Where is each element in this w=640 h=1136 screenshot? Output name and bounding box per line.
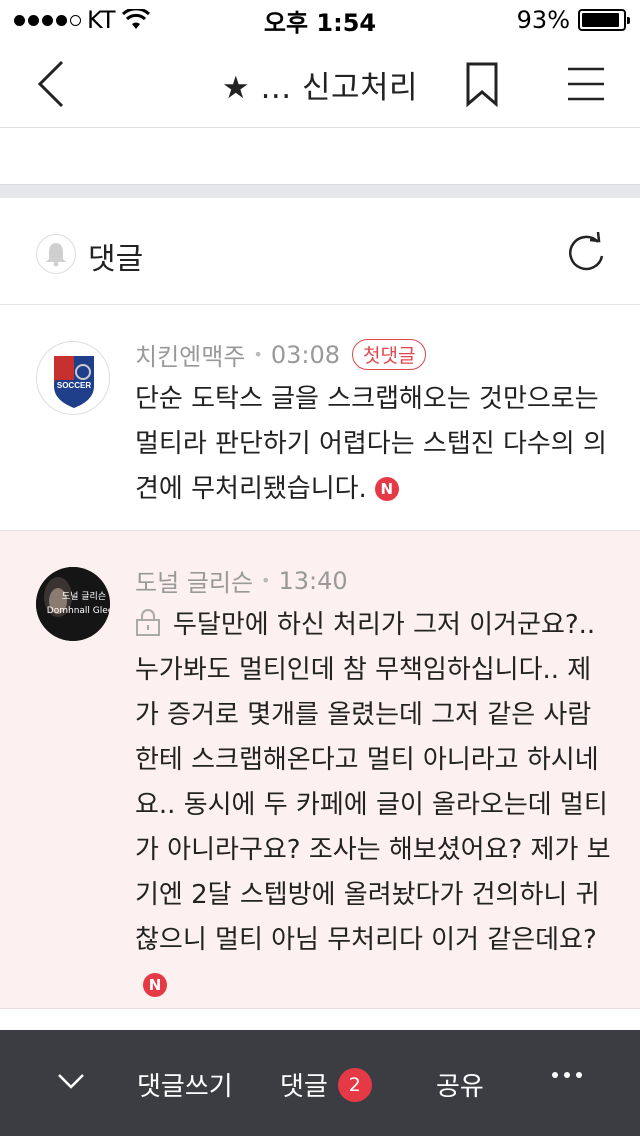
comment-body: 두달만에 하신 처리가 그저 이거군요?.. 누가봐도 멀티인데 참 무책임하십…	[135, 603, 615, 1008]
first-comment-badge: 첫댓글	[352, 339, 427, 370]
comment-author[interactable]: 치킨엔맥주	[135, 337, 245, 372]
new-badge: N	[143, 973, 167, 997]
menu-icon[interactable]	[566, 64, 606, 104]
chevron-down-icon[interactable]	[56, 1066, 86, 1096]
comments-header: 댓글	[0, 198, 640, 305]
bell-icon[interactable]	[36, 234, 76, 274]
avatar[interactable]: 도널 글리슨 Domhnall Gleeson	[36, 567, 110, 641]
comment-author[interactable]: 도널 글리슨	[135, 563, 253, 598]
comment-item: SOCCER 치킨엔맥주 • 03:08 첫댓글 단순 도탁스 글을 스크랩해오…	[0, 305, 640, 531]
comments-button-label: 댓글	[280, 1072, 328, 1102]
comment-count-badge: 2	[337, 1067, 372, 1102]
more-icon[interactable]	[552, 1072, 582, 1078]
refresh-icon[interactable]	[564, 232, 608, 276]
comment-meta: 치킨엔맥주 • 03:08 첫댓글	[135, 337, 427, 372]
section-divider	[0, 184, 640, 198]
share-button[interactable]: 공유	[436, 1066, 484, 1103]
comment-meta: 도널 글리슨 • 13:40	[135, 563, 348, 598]
comment-text: 단순 도탁스 글을 스크랩해오는 것만으로는 멀티라 판단하기 어렵다는 스탭진…	[135, 384, 607, 504]
lock-icon	[136, 609, 160, 636]
svg-text:Domhnall Gleeson: Domhnall Gleeson	[47, 606, 110, 616]
comment-body: 단순 도탁스 글을 스크랩해오는 것만으로는 멀티라 판단하기 어렵다는 스탭진…	[135, 377, 615, 512]
comment-item: 도널 글리슨 Domhnall Gleeson 도널 글리슨 • 13:40 두…	[0, 531, 640, 1009]
bookmark-icon[interactable]	[462, 60, 502, 108]
battery-percent: 93%	[516, 6, 570, 34]
comments-button[interactable]: 댓글 2	[280, 1066, 372, 1103]
avatar[interactable]: SOCCER	[36, 341, 110, 415]
nav-bar: ★ ... 신고처리	[0, 40, 640, 128]
content-gap	[0, 128, 640, 184]
page-title: ★ ... 신고처리	[221, 70, 419, 106]
status-time: 오후 1:54	[263, 8, 377, 37]
svg-text:SOCCER: SOCCER	[57, 381, 91, 390]
bottom-toolbar: 댓글쓰기 댓글 2 공유	[0, 1030, 640, 1136]
svg-text:도널 글리슨: 도널 글리슨	[62, 591, 106, 602]
carrier-label: KT	[87, 6, 116, 34]
wifi-icon	[121, 9, 150, 29]
comment-time: 03:08	[270, 340, 341, 369]
new-badge: N	[374, 477, 399, 501]
battery-icon	[578, 9, 630, 31]
write-comment-button[interactable]: 댓글쓰기	[137, 1066, 233, 1103]
status-bar: KT 오후 1:54 93%	[0, 0, 640, 40]
comments-title: 댓글	[88, 242, 144, 277]
signal-icon	[14, 14, 81, 26]
comment-text: 두달만에 하신 처리가 그저 이거군요?.. 누가봐도 멀티인데 참 무책임하십…	[135, 610, 611, 955]
comment-time: 13:40	[278, 566, 348, 595]
